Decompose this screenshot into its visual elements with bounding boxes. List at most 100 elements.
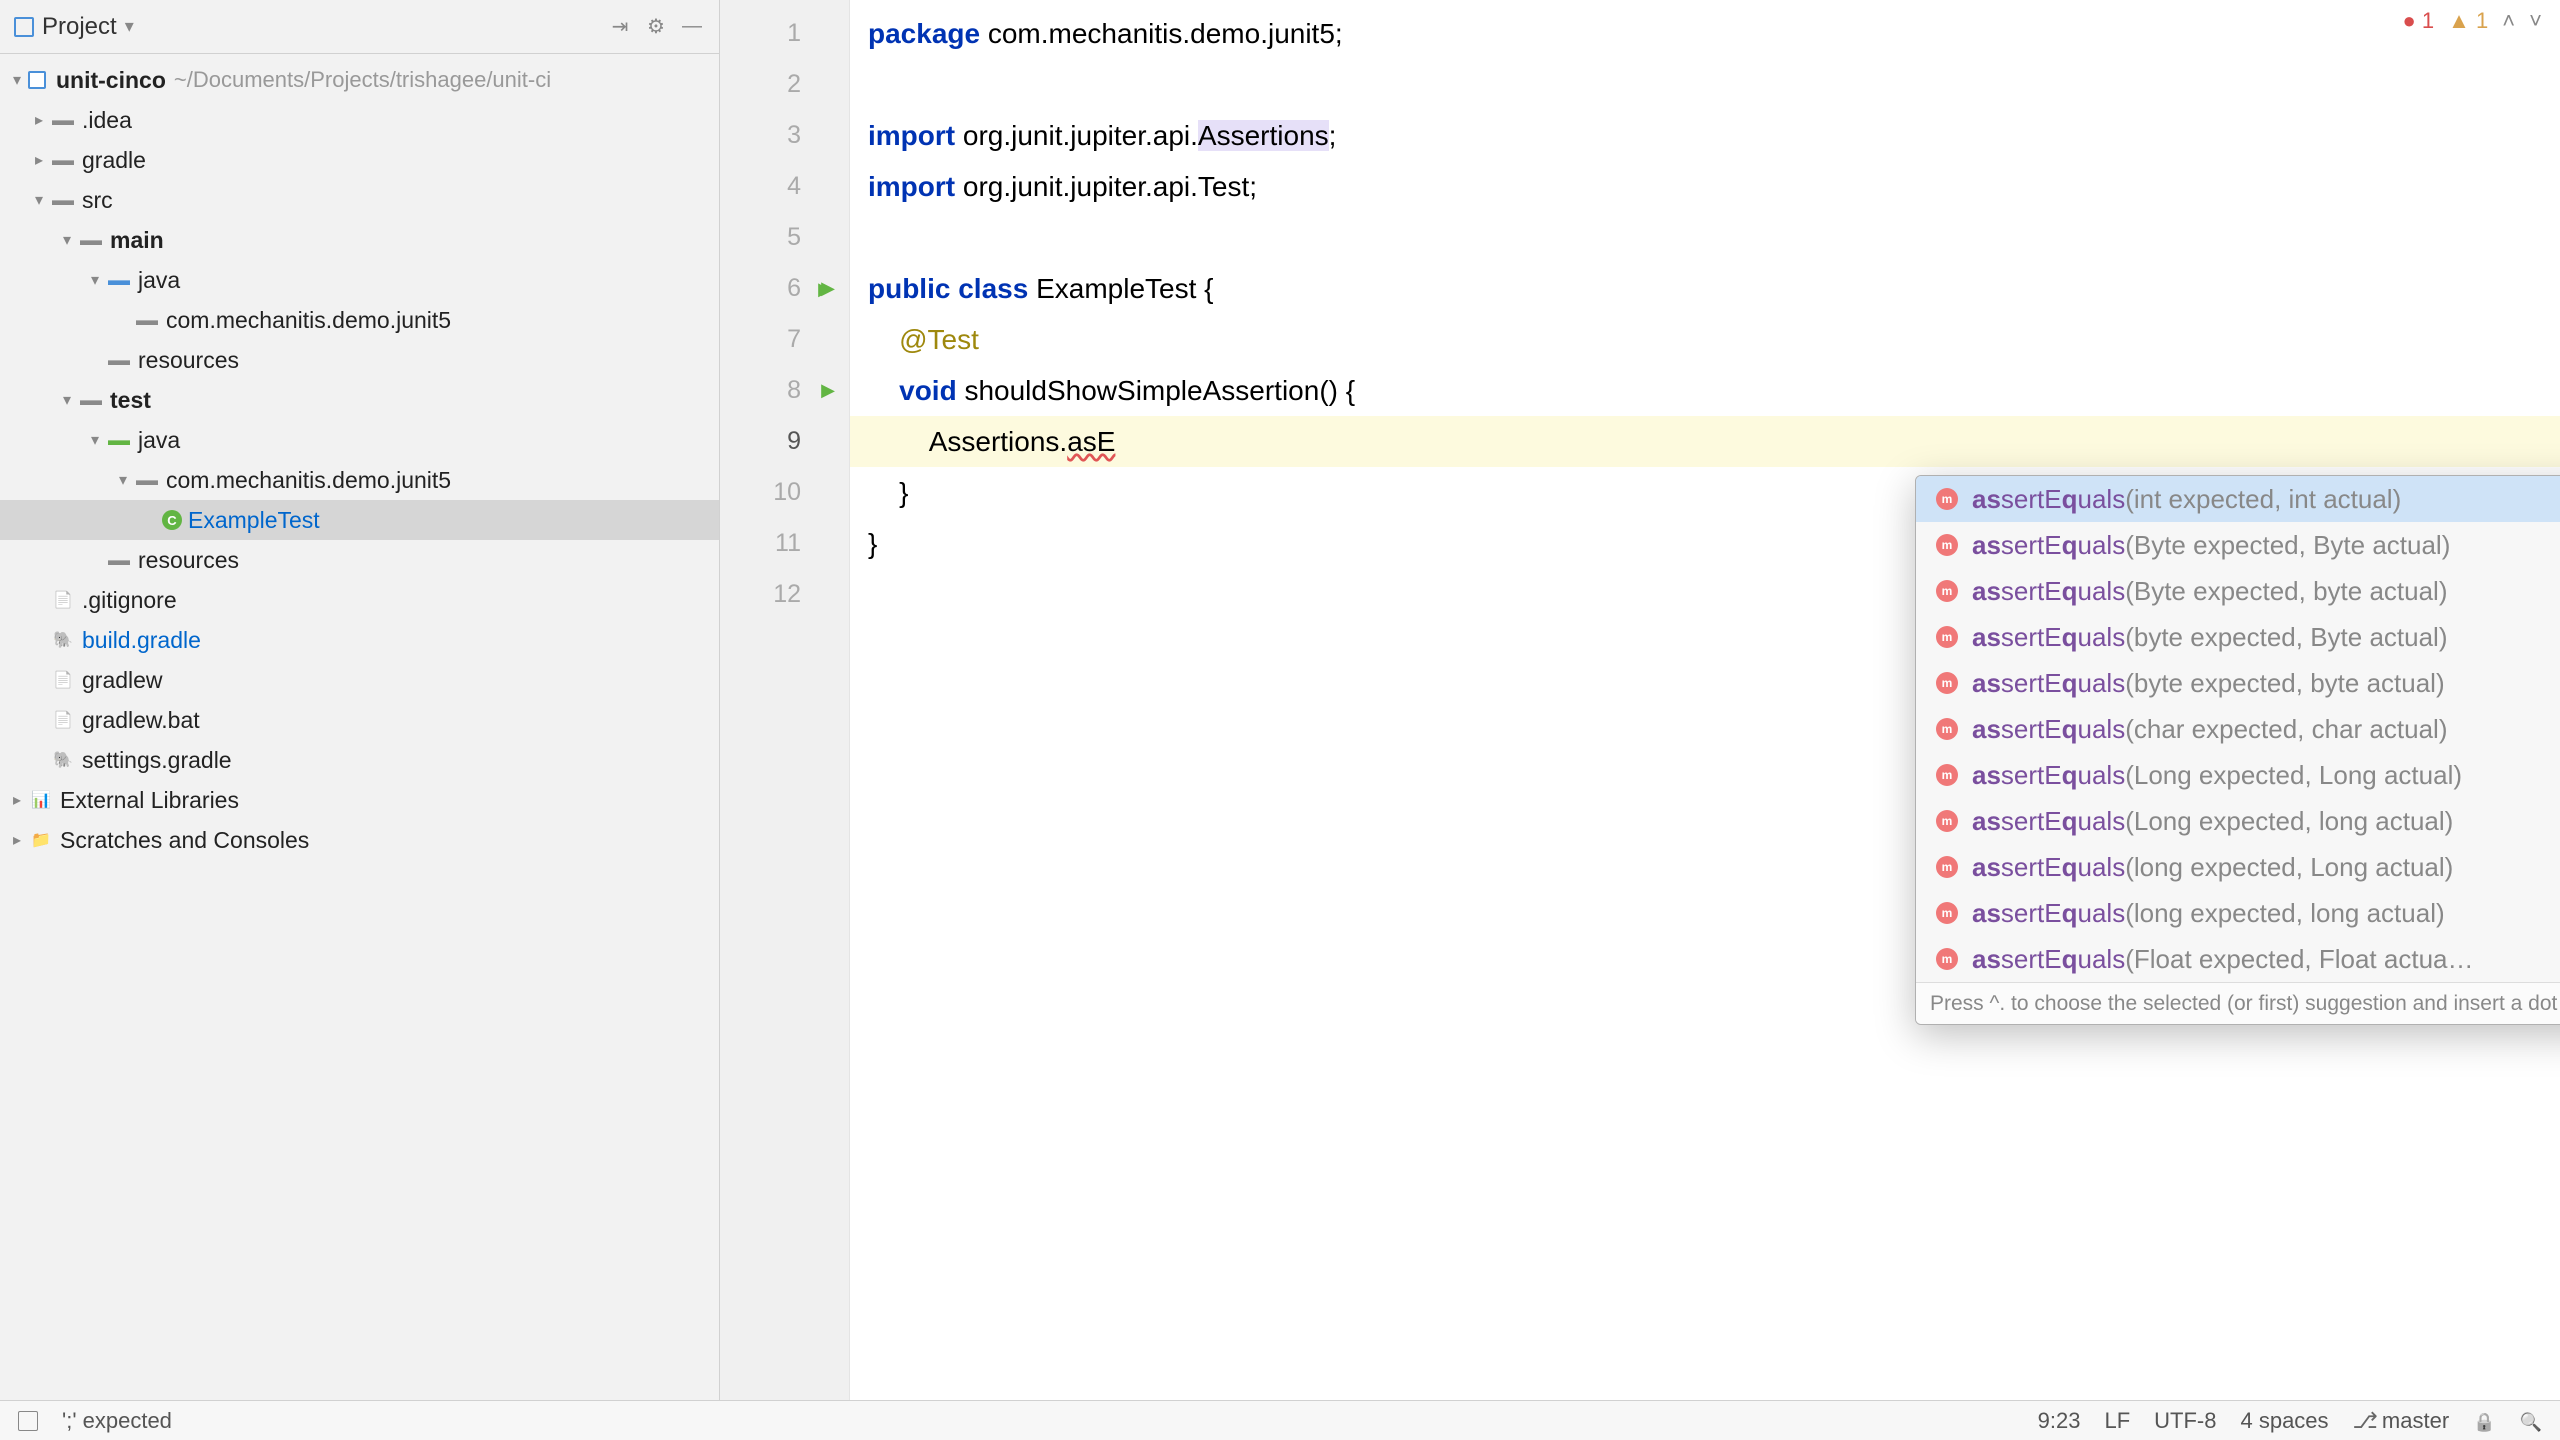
tree-node-buildgradle[interactable]: build.gradle: [0, 620, 719, 660]
lock-icon[interactable]: [2473, 1408, 2495, 1434]
tree-node-test-class[interactable]: ExampleTest: [0, 500, 719, 540]
tree-node-test-java[interactable]: java: [0, 420, 719, 460]
completion-item[interactable]: assertEquals(Byte expected, byte actual)…: [1916, 568, 2560, 614]
tree-label: main: [110, 227, 164, 254]
sidebar-title-label: Project: [42, 13, 117, 41]
completion-item[interactable]: assertEquals(int expected, int actual)vo…: [1916, 476, 2560, 522]
tree-label: java: [138, 267, 180, 294]
tree-label: src: [82, 187, 113, 214]
tool-window-icon[interactable]: [18, 1411, 38, 1431]
completion-popup[interactable]: assertEquals(int expected, int actual)vo…: [1915, 475, 2560, 1025]
test-folder-icon: [106, 427, 132, 453]
source-folder-icon: [106, 267, 132, 293]
tree-node-extlib[interactable]: External Libraries: [0, 780, 719, 820]
method-icon: [1936, 902, 1958, 924]
tree-label: settings.gradle: [82, 747, 232, 774]
minimize-icon[interactable]: —: [679, 14, 705, 40]
completion-item[interactable]: assertEquals(char expected, char actual)…: [1916, 706, 2560, 752]
tree-node-main-java[interactable]: java: [0, 260, 719, 300]
completion-item[interactable]: assertEquals(Long expected, Long actual)…: [1916, 752, 2560, 798]
tree-label: .gitignore: [82, 587, 177, 614]
package-icon: [134, 467, 160, 493]
line-number: 11: [775, 529, 801, 558]
library-icon: [28, 787, 54, 813]
search-icon[interactable]: [2520, 1408, 2542, 1434]
method-icon: [1936, 580, 1958, 602]
tree-node-gitignore[interactable]: .gitignore: [0, 580, 719, 620]
settings-icon[interactable]: ⚙: [643, 14, 669, 40]
tree-label: com.mechanitis.demo.junit5: [166, 307, 451, 334]
line-number: 8: [787, 376, 801, 405]
tree-label: build.gradle: [82, 627, 201, 654]
tree-node-idea[interactable]: .idea: [0, 100, 719, 140]
folder-icon: [50, 147, 76, 173]
tree-label: unit-cinco: [56, 67, 166, 94]
tree-label: java: [138, 427, 180, 454]
tree-node-main-res[interactable]: resources: [0, 340, 719, 380]
tree-label: test: [110, 387, 151, 414]
tree-node-test-pkg[interactable]: com.mechanitis.demo.junit5: [0, 460, 719, 500]
line-number: 1: [787, 19, 801, 48]
tree-node-scratch[interactable]: Scratches and Consoles: [0, 820, 719, 860]
caret-position[interactable]: 9:23: [2038, 1408, 2081, 1434]
gutter[interactable]: 1 2 3 4 5 6▶ 7 8▶ 9 10 11 12: [720, 0, 850, 1400]
run-class-icon[interactable]: ▶: [821, 278, 835, 299]
sidebar-title[interactable]: Project ▾: [14, 13, 134, 41]
tree-label: External Libraries: [60, 787, 239, 814]
method-icon: [1936, 948, 1958, 970]
tree-node-settingsgradle[interactable]: settings.gradle: [0, 740, 719, 780]
tree-node-main-pkg[interactable]: com.mechanitis.demo.junit5: [0, 300, 719, 340]
package-icon: [134, 307, 160, 333]
folder-icon: [78, 227, 104, 253]
line-number: 7: [787, 325, 801, 354]
tree-root[interactable]: unit-cinco ~/Documents/Projects/trishagee…: [0, 60, 719, 100]
line-separator[interactable]: LF: [2104, 1408, 2130, 1434]
tree-node-gradlewbat[interactable]: gradlew.bat: [0, 700, 719, 740]
editor: ● 1 ▲ 1 ˄ ˅ 1 2 3 4 5 6▶ 7 8▶ 9 10 11 12…: [720, 0, 2560, 1400]
tree-path: ~/Documents/Projects/trishagee/unit-ci: [174, 67, 551, 93]
tree-label: resources: [138, 547, 239, 574]
project-sidebar: Project ▾ ⇥ ⚙ — unit-cinco ~/Documents/Pr…: [0, 0, 720, 1400]
tree-label: gradlew.bat: [82, 707, 200, 734]
completion-item[interactable]: assertEquals(Long expected, long actual)…: [1916, 798, 2560, 844]
tree-node-gradlew[interactable]: gradlew: [0, 660, 719, 700]
line-number: 5: [787, 223, 801, 252]
file-icon: [50, 587, 76, 613]
tree-node-main[interactable]: main: [0, 220, 719, 260]
line-number: 2: [787, 70, 801, 99]
select-opened-file-button[interactable]: ⇥: [607, 14, 633, 40]
line-number: 12: [773, 580, 801, 609]
encoding[interactable]: UTF-8: [2154, 1408, 2216, 1434]
module-icon: [28, 71, 46, 89]
indent[interactable]: 4 spaces: [2240, 1408, 2328, 1434]
git-branch[interactable]: master: [2353, 1408, 2450, 1434]
method-icon: [1936, 672, 1958, 694]
tree-node-src[interactable]: src: [0, 180, 719, 220]
tree-node-gradle[interactable]: gradle: [0, 140, 719, 180]
resources-folder-icon: [106, 547, 132, 573]
file-icon: [50, 667, 76, 693]
method-icon: [1936, 764, 1958, 786]
tree-node-test[interactable]: test: [0, 380, 719, 420]
popup-footer: Press ^. to choose the selected (or firs…: [1916, 982, 2560, 1024]
tree-label: ExampleTest: [188, 507, 320, 534]
tree-node-test-res[interactable]: resources: [0, 540, 719, 580]
completion-item[interactable]: assertEquals(byte expected, byte actual)…: [1916, 660, 2560, 706]
project-icon: [14, 17, 34, 37]
tree-label: com.mechanitis.demo.junit5: [166, 467, 451, 494]
line-number: 9: [787, 427, 801, 456]
chevron-down-icon: ▾: [125, 16, 134, 37]
method-icon: [1936, 856, 1958, 878]
tree-label: gradle: [82, 147, 146, 174]
method-icon: [1936, 534, 1958, 556]
folder-icon: [50, 187, 76, 213]
completion-item[interactable]: assertEquals(Byte expected, Byte actual)…: [1916, 522, 2560, 568]
completion-item[interactable]: assertEquals(long expected, Long actual)…: [1916, 844, 2560, 890]
completion-item[interactable]: assertEquals(long expected, long actual)…: [1916, 890, 2560, 936]
project-tree[interactable]: unit-cinco ~/Documents/Projects/trishagee…: [0, 54, 719, 1400]
folder-icon: [78, 387, 104, 413]
completion-item[interactable]: assertEquals(byte expected, Byte actual)…: [1916, 614, 2560, 660]
folder-icon: [50, 107, 76, 133]
run-test-icon[interactable]: ▶: [821, 380, 835, 401]
completion-item[interactable]: assertEquals(Float expected, Float actua…: [1916, 936, 2560, 982]
